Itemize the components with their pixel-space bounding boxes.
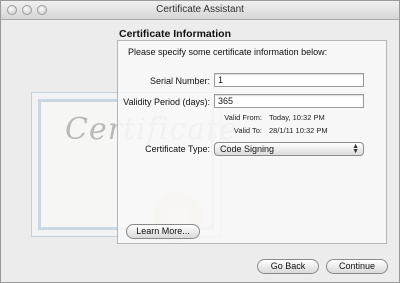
popup-arrows-icon: ▲ ▼ [352,143,359,155]
section-heading: Certificate Information [119,28,232,40]
title-bar[interactable]: Certificate Assistant [1,1,399,20]
valid-from-value: Today, 10:32 PM [269,113,325,122]
continue-button[interactable]: Continue [326,259,388,274]
valid-to-value: 28/1/11 10:32 PM [269,126,328,135]
serial-number-field[interactable] [214,73,364,87]
window-title: Certificate Assistant [156,4,244,15]
serial-number-label: Serial Number: [149,76,210,86]
certificate-type-value: Code Signing [220,144,275,154]
certificate-assistant-window: Certificate Assistant Certificate Certif… [0,0,400,283]
certificate-type-label: Certificate Type: [145,144,210,154]
valid-from-label: Valid From: [224,113,262,122]
instruction-text: Please specify some certificate informat… [128,47,328,57]
validity-period-label: Validity Period (days): [123,97,210,107]
go-back-button[interactable]: Go Back [257,259,319,274]
certificate-type-select[interactable]: Code Signing ▲ ▼ [214,142,364,156]
learn-more-button[interactable]: Learn More... [126,224,200,239]
valid-to-label: Valid To: [233,126,262,135]
validity-period-field[interactable] [214,94,364,108]
